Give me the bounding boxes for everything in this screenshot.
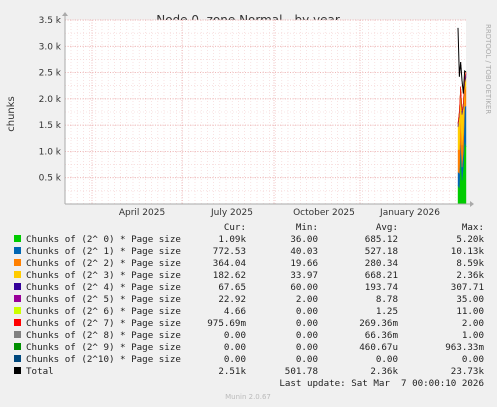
legend-swatch (14, 235, 21, 242)
legend-value-cur: 4.66 (224, 306, 246, 317)
legend-value-avg: 269.36m (359, 318, 398, 329)
legend-value-cur: 182.62 (213, 270, 246, 281)
legend-swatch (14, 319, 21, 326)
legend-value-cur: 22.92 (218, 294, 246, 305)
legend-series-name: Chunks of (2^ 8) * Page size (26, 330, 181, 341)
legend-series-name: Chunks of (2^ 4) * Page size (26, 282, 181, 293)
legend-value-avg: 1.25 (376, 306, 398, 317)
legend-swatch (14, 343, 21, 350)
legend-series-name: Chunks of (2^10) * Page size (26, 354, 181, 365)
legend-value-min: 0.00 (296, 342, 318, 353)
y-tick-label: 2.5 k (39, 69, 62, 79)
legend-value-min: 60.00 (290, 282, 318, 293)
chart-canvas: Node 0, zone Normal - by year chunks RRD… (0, 0, 497, 407)
last-update: Last update: Sat Mar 7 00:00:10 2026 (279, 378, 484, 389)
legend-value-max: 11.00 (456, 306, 484, 317)
legend-swatch (14, 307, 21, 314)
x-tick-label: October 2025 (293, 208, 355, 218)
legend-value-avg: 685.12 (365, 234, 398, 245)
legend-header-avg: Avg: (376, 222, 398, 233)
legend-value-max: 2.00 (462, 318, 484, 329)
legend-value-max: 23.73k (451, 366, 485, 377)
legend-value-avg: 8.78 (376, 294, 398, 305)
legend-value-avg: 0.00 (376, 354, 398, 365)
legend-value-max: 5.20k (456, 234, 484, 245)
legend-value-avg: 2.36k (370, 366, 398, 377)
legend-header-cur: Cur: (224, 222, 246, 233)
x-tick-label: January 2026 (379, 208, 440, 218)
legend-series-name: Total (26, 366, 54, 377)
legend-value-cur: 772.53 (213, 246, 246, 257)
legend-swatch (14, 331, 21, 338)
legend-value-max: 8.59k (456, 258, 484, 269)
legend-value-min: 36.00 (290, 234, 318, 245)
legend-value-max: 1.00 (462, 330, 484, 341)
legend-value-min: 0.00 (296, 330, 318, 341)
legend-value-cur: 67.65 (218, 282, 246, 293)
legend-swatch (14, 367, 21, 374)
legend-value-min: 501.78 (285, 366, 318, 377)
legend-value-avg: 193.74 (365, 282, 399, 293)
y-tick-label: 3.5 k (39, 16, 62, 26)
legend-value-max: 307.71 (451, 282, 484, 293)
y-tick-label: 2.0 k (39, 95, 62, 105)
legend-swatch (14, 247, 21, 254)
legend-series-name: Chunks of (2^ 9) * Page size (26, 342, 181, 353)
legend-swatch (14, 271, 21, 278)
legend-value-avg: 668.21 (365, 270, 398, 281)
y-tick-label: 1.0 k (39, 147, 62, 157)
legend-value-min: 0.00 (296, 354, 318, 365)
legend-series-name: Chunks of (2^ 6) * Page size (26, 306, 181, 317)
legend-value-min: 2.00 (296, 294, 318, 305)
legend-value-min: 40.03 (290, 246, 318, 257)
legend-value-min: 0.00 (296, 306, 318, 317)
munin-version: Munin 2.0.67 (225, 393, 271, 401)
legend-value-min: 19.66 (290, 258, 318, 269)
legend-value-max: 10.13k (451, 246, 485, 257)
legend-value-min: 33.97 (290, 270, 318, 281)
y-axis-label: chunks (6, 96, 17, 132)
legend-value-cur: 1.09k (218, 234, 246, 245)
legend-swatch (14, 283, 21, 290)
legend-series-name: Chunks of (2^ 3) * Page size (26, 270, 181, 281)
legend-swatch (14, 355, 21, 362)
legend-value-max: 963.33m (445, 342, 484, 353)
legend-header-max: Max: (462, 222, 484, 233)
legend-header-min: Min: (296, 222, 318, 233)
legend-value-avg: 280.34 (365, 258, 399, 269)
legend-value-avg: 527.18 (365, 246, 398, 257)
legend-series-name: Chunks of (2^ 0) * Page size (26, 234, 181, 245)
legend-value-min: 0.00 (296, 318, 318, 329)
y-tick-label: 3.0 k (39, 42, 62, 52)
legend-value-max: 35.00 (456, 294, 484, 305)
x-tick-label: July 2025 (210, 208, 253, 218)
rrdtool-credit: RRDTOOL / TOBI OETIKER (484, 24, 492, 114)
x-tick-label: April 2025 (119, 208, 165, 218)
legend-value-cur: 0.00 (224, 330, 246, 341)
legend-swatch (14, 259, 21, 266)
legend-value-cur: 0.00 (224, 354, 246, 365)
legend-series-name: Chunks of (2^ 7) * Page size (26, 318, 181, 329)
legend-value-cur: 0.00 (224, 342, 246, 353)
legend-value-max: 0.00 (462, 354, 484, 365)
y-tick-label: 1.5 k (39, 121, 62, 131)
legend-value-cur: 364.04 (213, 258, 247, 269)
munin-chart: Node 0, zone Normal - by year chunks RRD… (0, 0, 497, 407)
legend-series-name: Chunks of (2^ 5) * Page size (26, 294, 181, 305)
legend-series-name: Chunks of (2^ 1) * Page size (26, 246, 181, 257)
legend-value-max: 2.36k (456, 270, 484, 281)
legend-value-cur: 2.51k (218, 366, 246, 377)
legend-swatch (14, 295, 21, 302)
legend-value-avg: 460.67u (359, 342, 398, 353)
legend-value-avg: 66.36m (365, 330, 399, 341)
y-tick-label: 0.5 k (39, 174, 62, 184)
legend-value-cur: 975.69m (207, 318, 246, 329)
legend-series-name: Chunks of (2^ 2) * Page size (26, 258, 181, 269)
